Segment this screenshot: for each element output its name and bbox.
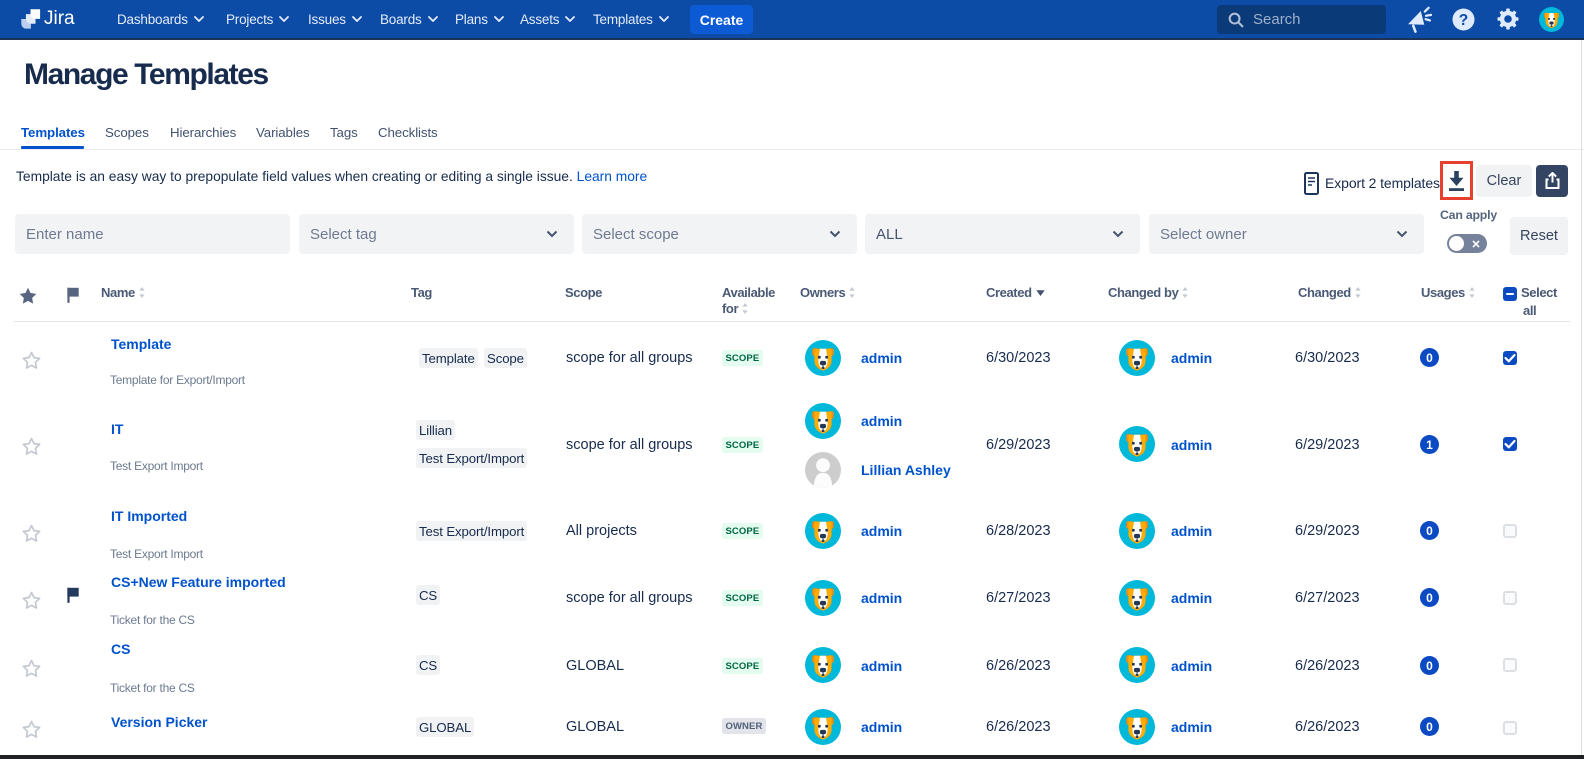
svg-text:?: ? bbox=[1459, 12, 1468, 29]
